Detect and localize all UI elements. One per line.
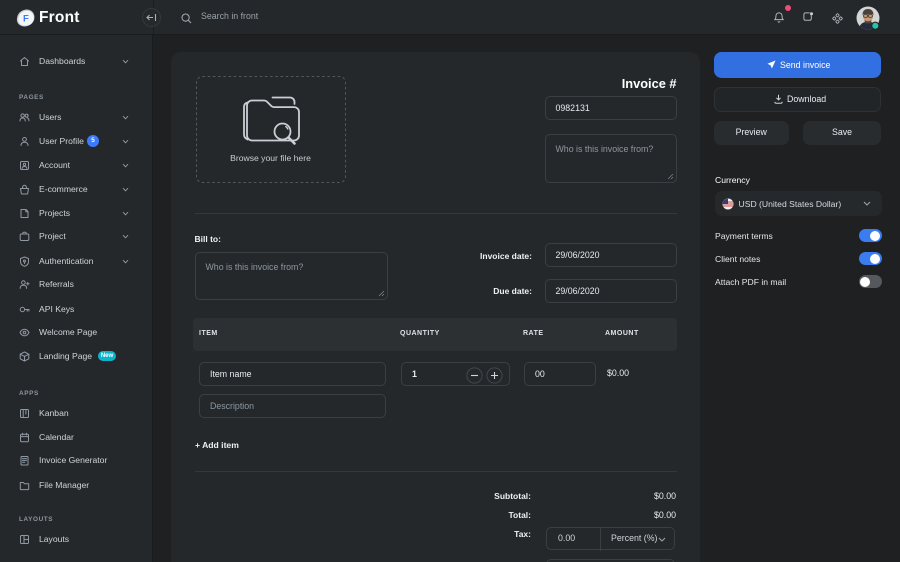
svg-text:F: F [23,13,29,24]
